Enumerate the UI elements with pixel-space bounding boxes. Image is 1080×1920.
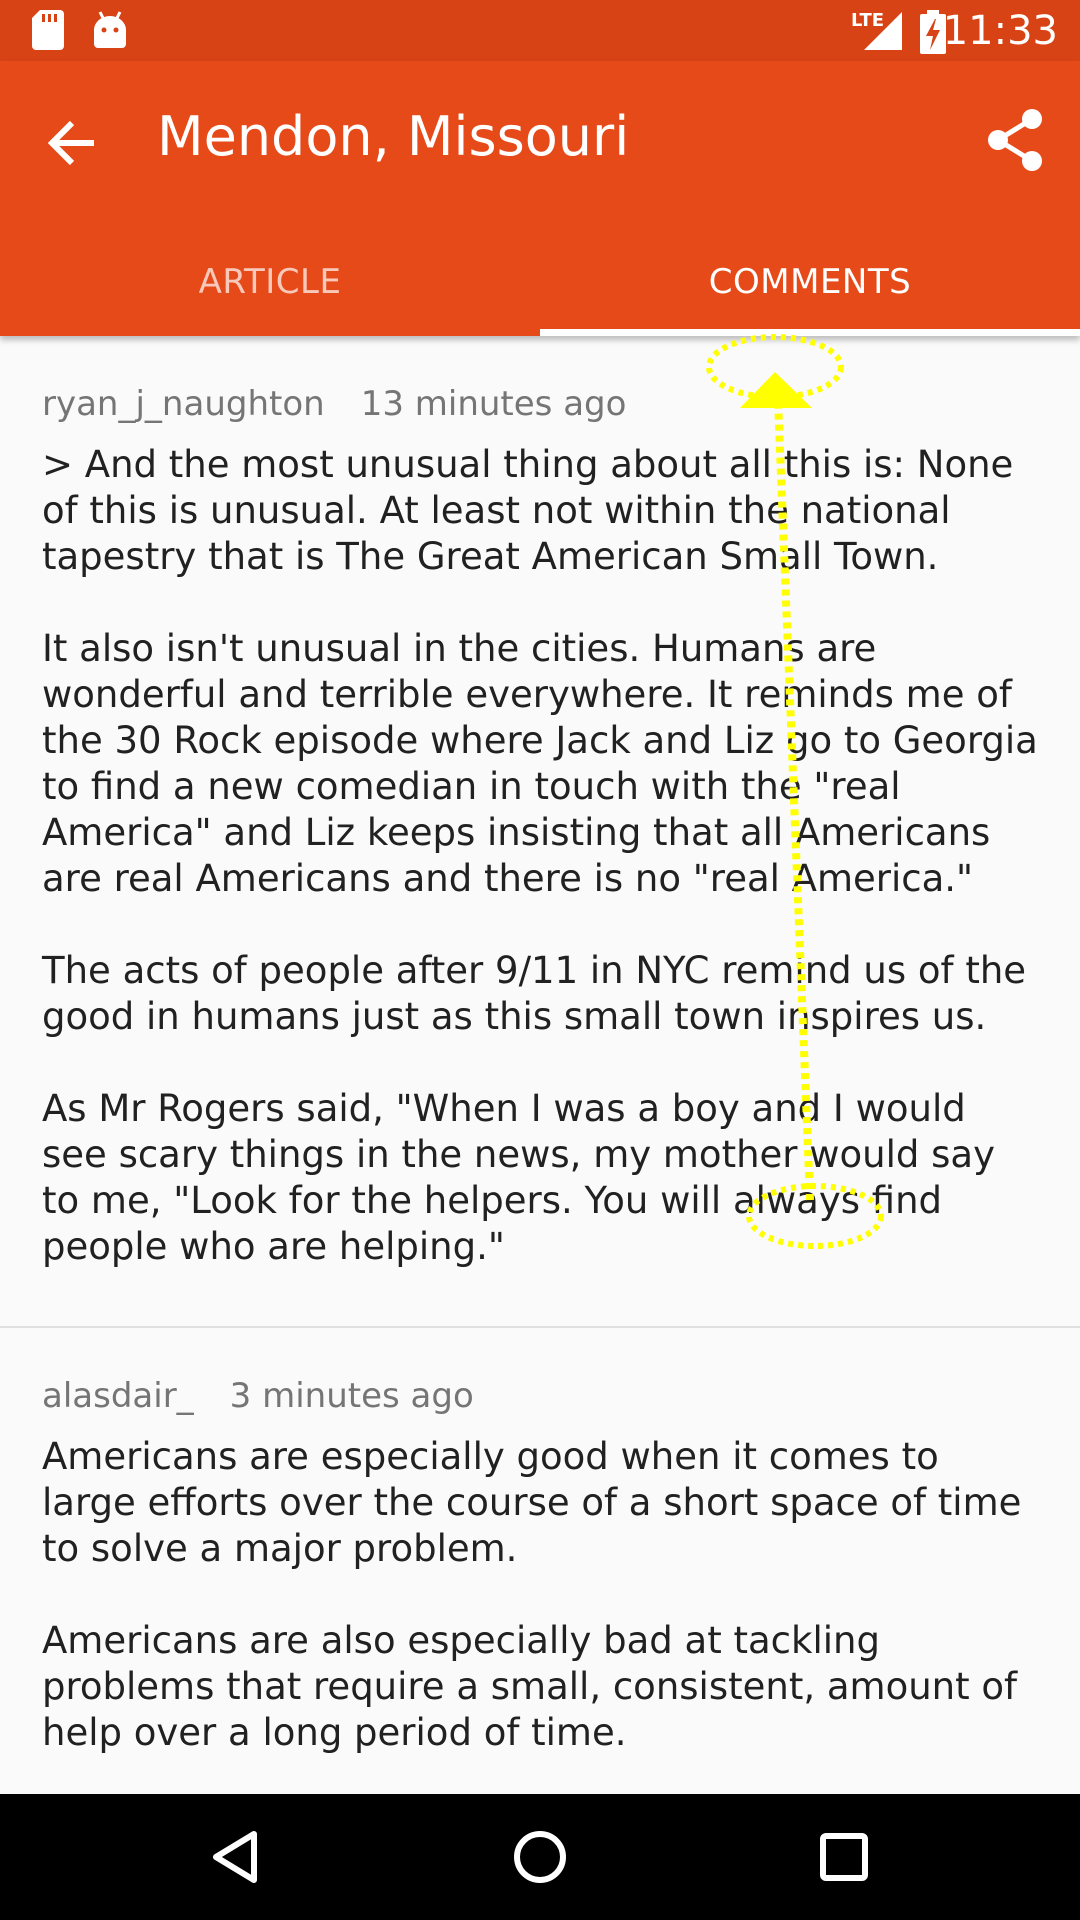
android-icon	[94, 11, 126, 48]
comment-paragraph: > And the most unusual thing about all t…	[42, 443, 1014, 578]
tab-article[interactable]: ARTICLE	[0, 227, 540, 336]
share-icon[interactable]	[980, 105, 1050, 175]
comment-item: alasdair_ 3 minutes ago Americans are esp…	[0, 1376, 1080, 1756]
comment-paragraph: As Mr Rogers said, "When I was a boy and…	[42, 1087, 995, 1268]
comment-divider	[0, 1326, 1080, 1328]
comment-paragraph: The acts of people after 9/11 in NYC rem…	[42, 949, 1027, 1038]
comment-paragraph: It also isn't unusual in the cities. Hum…	[42, 627, 1038, 900]
comment-body: Americans are especially good when it co…	[42, 1434, 1038, 1756]
comment-meta: ryan_j_naughton 13 minutes ago	[42, 384, 1038, 424]
tab-bar: ARTICLE COMMENTS	[0, 227, 1080, 336]
comment-time: 3 minutes ago	[229, 1376, 474, 1416]
page-title: Mendon, Missouri	[157, 105, 630, 168]
signal-icon	[864, 12, 902, 50]
comment-author[interactable]: alasdair_	[42, 1376, 194, 1416]
status-bar: LTE 11:33	[0, 0, 1080, 61]
comment-paragraph: Americans are especially good when it co…	[42, 1435, 1022, 1570]
sd-card-icon	[32, 10, 64, 50]
tab-comments[interactable]: COMMENTS	[540, 227, 1080, 336]
arrow-back-icon[interactable]	[40, 111, 104, 175]
comment-paragraph: Americans are also especially bad at tac…	[42, 1619, 1018, 1754]
comment-item: ryan_j_naughton 13 minutes ago > And the …	[0, 384, 1080, 1270]
comment-meta: alasdair_ 3 minutes ago	[42, 1376, 1038, 1416]
recents-square-icon[interactable]	[809, 1822, 879, 1892]
status-time: 11:33	[942, 8, 1058, 54]
tab-indicator	[540, 329, 1080, 336]
system-nav-bar	[0, 1794, 1080, 1920]
comment-author[interactable]: ryan_j_naughton	[42, 384, 325, 424]
app-bar: Mendon, Missouri ARTICLE COMMENTS	[0, 61, 1080, 336]
home-circle-icon[interactable]	[505, 1822, 575, 1892]
back-triangle-icon[interactable]	[202, 1822, 272, 1892]
comment-body: > And the most unusual thing about all t…	[42, 442, 1038, 1270]
comment-time: 13 minutes ago	[360, 384, 627, 424]
comments-list[interactable]: ryan_j_naughton 13 minutes ago > And the …	[0, 336, 1080, 1794]
